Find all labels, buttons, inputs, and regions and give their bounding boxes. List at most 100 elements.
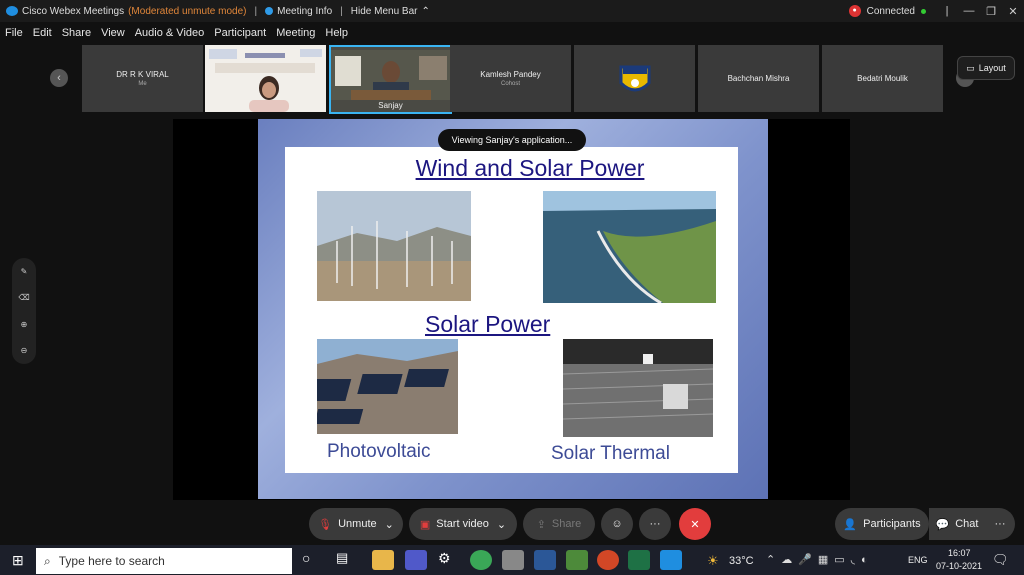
word-icon[interactable] xyxy=(534,550,556,570)
start-video-label: Start video xyxy=(436,518,489,530)
annotation-toolbar: ✎ ⌫ ⊕ ⊖ xyxy=(12,258,36,364)
webex-taskbar-icon[interactable] xyxy=(660,550,682,570)
clock-date: 07-10-2021 xyxy=(936,561,983,571)
panel-more-button[interactable]: ··· xyxy=(985,508,1015,540)
hide-menu-bar-button[interactable]: Hide Menu Bar xyxy=(351,6,418,17)
connection-status: Connected xyxy=(866,5,915,17)
app-title: Cisco Webex Meetings xyxy=(22,5,125,17)
meeting-mode: (Moderated unmute mode) xyxy=(128,5,247,17)
reactions-button[interactable]: ☺ xyxy=(601,508,633,540)
excel-icon[interactable] xyxy=(628,550,650,570)
task-view-icon[interactable]: ○ xyxy=(302,550,324,570)
search-icon: ⌕ xyxy=(44,553,51,568)
participant-video-tile[interactable] xyxy=(205,45,326,112)
file-explorer-icon[interactable] xyxy=(372,550,394,570)
menu-view[interactable]: View xyxy=(101,27,125,39)
more-options-button[interactable]: ··· xyxy=(639,508,671,540)
meeting-info-icon xyxy=(265,7,274,15)
menu-help[interactable]: Help xyxy=(325,27,348,39)
widgets-icon[interactable]: ▤ xyxy=(336,550,358,570)
microphone-muted-icon: 🎙 xyxy=(318,518,333,531)
unmute-label: Unmute xyxy=(338,518,377,530)
participant-name: DR R K VIRAL xyxy=(116,70,169,79)
temperature: 33°C xyxy=(729,555,754,567)
participant-strip: ‹ DR R K VIRAL Me Sanjay Kamlesh Pandey … xyxy=(0,45,1024,114)
menu-participant[interactable]: Participant xyxy=(214,27,266,39)
participant-tile-active-speaker[interactable]: Sanjay xyxy=(329,45,452,114)
photovoltaic-photo xyxy=(317,339,458,434)
photovoltaic-caption: Photovoltaic xyxy=(327,441,431,462)
meeting-info-link[interactable]: Meeting Info xyxy=(277,6,332,17)
chat-icon: 💬 xyxy=(935,518,950,531)
wind-turbines-photo xyxy=(317,191,471,301)
end-meeting-button[interactable]: ✕ xyxy=(679,508,711,540)
menu-file[interactable]: File xyxy=(5,27,23,39)
participant-role: Cohost xyxy=(500,81,520,87)
scroll-left-button[interactable]: ‹ xyxy=(50,69,68,87)
participant-tile-logo[interactable] xyxy=(574,45,695,112)
participant-tile-bachchan[interactable]: Bachchan Mishra xyxy=(698,45,819,112)
participants-button[interactable]: 👤 Participants xyxy=(835,508,929,540)
active-speaker-video xyxy=(331,49,450,100)
notifications-icon[interactable]: 🗨 xyxy=(992,552,1009,568)
connected-indicator-icon xyxy=(921,8,926,14)
chevron-up-icon: ⌃ xyxy=(421,5,430,17)
powerpoint-icon[interactable] xyxy=(597,550,619,570)
webex-logo-icon xyxy=(6,6,18,16)
taskbar-search[interactable]: ⌕ Type here to search xyxy=(36,548,292,574)
teams-icon[interactable] xyxy=(405,550,427,570)
participant-name: Sanjay xyxy=(378,100,403,110)
chat-label: Chat xyxy=(955,518,979,530)
participant-tile-me[interactable]: DR R K VIRAL Me xyxy=(82,45,203,112)
window-divider: | xyxy=(945,5,949,17)
chevron-down-icon[interactable]: ⌄ xyxy=(497,518,506,531)
recording-icon: ● xyxy=(848,5,861,17)
start-video-button[interactable]: ▣ Start video ⌄ xyxy=(409,508,517,540)
menu-audio-video[interactable]: Audio & Video xyxy=(135,27,205,39)
search-placeholder: Type here to search xyxy=(58,554,165,568)
weather-icon: ☀ xyxy=(707,553,719,568)
slide-title: Wind and Solar Power xyxy=(415,155,645,181)
share-icon: ⇪ xyxy=(536,518,546,531)
participant-role: Me xyxy=(138,81,147,87)
app-icon[interactable] xyxy=(502,550,524,570)
chat-button[interactable]: 💬 Chat xyxy=(929,508,985,540)
zoom-out-icon[interactable]: ⊖ xyxy=(21,346,28,355)
unmute-button[interactable]: 🎙 Unmute ⌄ xyxy=(309,508,403,540)
zoom-in-icon[interactable]: ⊕ xyxy=(21,320,28,329)
layout-button[interactable]: ▭ Layout xyxy=(957,56,1015,80)
person-icon: 👤 xyxy=(843,518,858,531)
language-indicator[interactable]: ENG xyxy=(908,555,928,565)
menu-bar: File Edit Share View Audio & Video Parti… xyxy=(0,24,353,42)
layout-label: Layout xyxy=(978,63,1006,73)
annotate-icon[interactable]: ✎ xyxy=(21,267,28,276)
tray-icons[interactable]: ⌃☁🎤▦▭◟◐ xyxy=(766,553,874,566)
clock-time: 16:07 xyxy=(948,548,971,558)
eraser-icon[interactable]: ⌫ xyxy=(18,293,29,302)
chevron-down-icon[interactable]: ⌄ xyxy=(385,518,394,531)
share-button[interactable]: ⇪ Share xyxy=(523,508,595,540)
smiley-icon: ☺ xyxy=(611,518,623,530)
chrome-icon[interactable] xyxy=(470,550,492,570)
layout-icon: ▭ xyxy=(966,62,975,73)
notepad-icon[interactable] xyxy=(566,550,588,570)
close-window-button[interactable]: ✕ xyxy=(1002,5,1024,18)
video-off-icon: ▣ xyxy=(419,518,431,531)
participant-name: Bedatri Moulik xyxy=(857,74,908,83)
participant-name: Bachchan Mishra xyxy=(727,74,790,83)
participant-video-frame xyxy=(205,45,326,112)
solar-thermal-photo xyxy=(563,339,713,437)
offshore-wind-photo xyxy=(543,191,716,303)
participant-tile-kamlesh[interactable]: Kamlesh Pandey Cohost xyxy=(450,45,571,112)
menu-share[interactable]: Share xyxy=(62,27,91,39)
settings-gear-icon[interactable]: ⚙ xyxy=(438,550,460,570)
menu-meeting[interactable]: Meeting xyxy=(276,27,315,39)
participant-tile-bedatri[interactable]: Bedatri Moulik xyxy=(822,45,943,112)
participants-label: Participants xyxy=(863,518,921,530)
menu-edit[interactable]: Edit xyxy=(33,27,52,39)
share-label: Share xyxy=(551,518,582,530)
minimize-button[interactable]: — xyxy=(958,5,980,17)
solar-thermal-caption: Solar Thermal xyxy=(551,443,670,464)
restore-button[interactable]: ❐ xyxy=(980,5,1002,18)
windows-start-icon[interactable]: ⊞ xyxy=(12,552,24,569)
